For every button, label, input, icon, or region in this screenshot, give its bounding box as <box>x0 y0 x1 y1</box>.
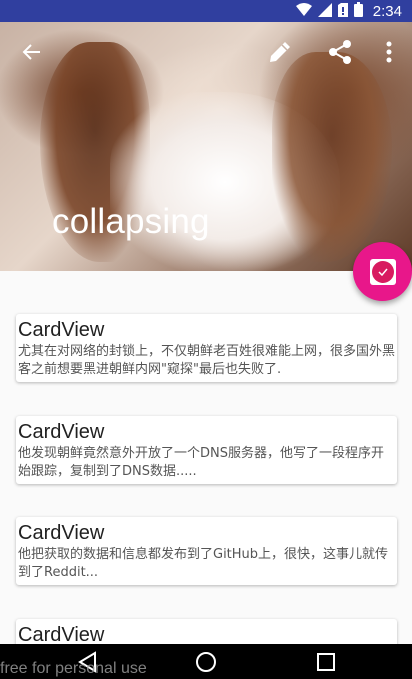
wifi-icon <box>295 2 312 21</box>
status-bar: 2:34 <box>0 0 412 22</box>
status-time: 2:34 <box>372 2 402 20</box>
header-photo-shape <box>272 52 392 262</box>
share-icon[interactable] <box>322 34 358 70</box>
more-vert-icon[interactable] <box>371 34 407 70</box>
signal-icon <box>317 2 332 21</box>
card-text: 尤其在对网络的封锁上，不仅朝鲜老百姓很难能上网，很多国外黑客之前想要黑进朝鲜内网… <box>18 344 396 377</box>
collapsing-title: collapsing <box>52 202 210 241</box>
toolbar <box>0 22 412 82</box>
watermark-text: free for personal use <box>0 660 147 677</box>
card-title: CardView <box>18 624 105 644</box>
check-badge-icon <box>369 258 396 285</box>
card-view[interactable]: CardView 他发现朝鲜竟然意外开放了一个DNS服务器，他写了一段程序开始跟… <box>16 416 397 484</box>
recents-square-icon[interactable] <box>312 648 340 676</box>
card-title: CardView <box>18 522 105 544</box>
no-sim-icon <box>337 2 348 21</box>
card-list[interactable]: CardView 尤其在对网络的封锁上，不仅朝鲜老百姓很难能上网，很多国外黑客之… <box>0 271 412 644</box>
status-icons: 2:34 <box>295 1 402 21</box>
floating-action-button[interactable] <box>353 242 412 301</box>
card-view[interactable]: CardView <box>16 619 397 644</box>
edit-pencil-icon[interactable] <box>262 34 298 70</box>
card-text: 他发现朝鲜竟然意外开放了一个DNS服务器，他写了一段程序开始跟踪，复制到了DNS… <box>18 446 384 479</box>
card-title: CardView <box>18 319 105 341</box>
back-arrow-icon[interactable] <box>13 34 49 70</box>
card-view[interactable]: CardView 他把获取的数据和信息都发布到了GitHub上，很快，这事儿就传… <box>16 517 397 585</box>
battery-icon <box>353 1 363 21</box>
card-view[interactable]: CardView 尤其在对网络的封锁上，不仅朝鲜老百姓很难能上网，很多国外黑客之… <box>16 314 397 382</box>
card-title: CardView <box>18 421 105 443</box>
home-circle-icon[interactable] <box>192 648 220 676</box>
card-text: 他把获取的数据和信息都发布到了GitHub上，很快，这事儿就传到了Reddit.… <box>18 547 389 580</box>
